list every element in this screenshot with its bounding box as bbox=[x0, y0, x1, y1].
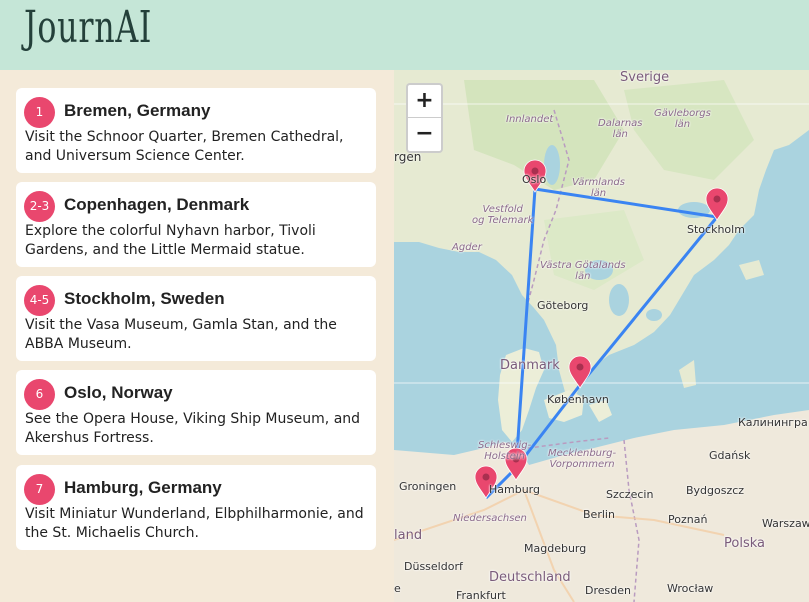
map-label-wroclaw: Wrocław bbox=[667, 582, 714, 595]
stop-title: Copenhagen, Denmark bbox=[64, 195, 250, 214]
map-label-danmark: Danmark bbox=[500, 358, 560, 373]
map-label-gdansk: Gdańsk bbox=[709, 449, 751, 462]
app-header: JournAI bbox=[0, 0, 809, 70]
marker-copenhagen bbox=[568, 355, 592, 389]
map-label-innlandet: Innlandet bbox=[506, 114, 554, 125]
map-label-vestfold: Vestfold og Telemark bbox=[472, 204, 534, 226]
stop-title: Bremen, Germany bbox=[64, 101, 211, 120]
stop-title: Hamburg, Germany bbox=[64, 478, 222, 497]
map-label-goteborg: Göteborg bbox=[537, 299, 589, 312]
zoom-in-button[interactable]: + bbox=[408, 85, 441, 118]
map-label-hamburg: Hamburg bbox=[489, 483, 540, 496]
map-label-agder: Agder bbox=[452, 242, 482, 253]
stop-description: Visit the Vasa Museum, Gamla Stan, and t… bbox=[25, 317, 337, 352]
map-label-schleswig-holstein: Schleswig- Holstein bbox=[478, 440, 532, 462]
map-label-deutschland: Deutschland bbox=[489, 570, 571, 585]
itinerary-card-copenhagen[interactable]: 2-3 Copenhagen, Denmark Explore the colo… bbox=[16, 182, 376, 267]
zoom-out-button[interactable]: − bbox=[408, 118, 441, 150]
map-label-poznan: Poznań bbox=[668, 513, 708, 526]
zoom-control: + − bbox=[406, 83, 443, 153]
map-label-mecklenburg: Mecklenburg- Vorpommern bbox=[548, 448, 617, 470]
map-label-bydgoszcz: Bydgoszcz bbox=[686, 484, 745, 497]
map-label-vastra-gotaland: Västra Götalands län bbox=[540, 260, 626, 282]
app-logo: JournAI bbox=[24, 2, 153, 53]
map-label-berlin: Berlin bbox=[583, 508, 615, 521]
itinerary-card-stockholm[interactable]: 4-5 Stockholm, Sweden Visit the Vasa Mus… bbox=[16, 276, 376, 361]
stop-number-badge: 6 bbox=[24, 379, 55, 410]
stop-number-badge: 1 bbox=[24, 97, 55, 128]
stop-title: Stockholm, Sweden bbox=[64, 289, 225, 308]
route-map[interactable]: Sverige Innlandet Dalarnas län Gävleborg… bbox=[394, 70, 809, 602]
stop-description: Explore the colorful Nyhavn harbor, Tivo… bbox=[25, 223, 316, 258]
itinerary-sidebar: 1 Bremen, Germany Visit the Schnoor Quar… bbox=[0, 70, 394, 602]
map-label-frankfurt: Frankfurt bbox=[456, 589, 506, 602]
map-label-szczecin: Szczecin bbox=[606, 488, 654, 501]
map-label-niedersachsen: Niedersachsen bbox=[453, 513, 527, 524]
map-label-dusseldorf: Düsseldorf bbox=[404, 560, 463, 573]
stop-number-badge: 4-5 bbox=[24, 285, 55, 316]
itinerary-card-bremen[interactable]: 1 Bremen, Germany Visit the Schnoor Quar… bbox=[16, 88, 376, 173]
map-label-e: e bbox=[394, 582, 401, 595]
stop-description: Visit the Schnoor Quarter, Bremen Cathed… bbox=[25, 129, 344, 164]
map-label-dalarnas-lan: Dalarnas län bbox=[598, 118, 643, 140]
map-label-land: land bbox=[394, 528, 423, 543]
map-label-groningen: Groningen bbox=[399, 480, 457, 493]
stop-description: Visit Miniatur Wunderland, Elbphilharmon… bbox=[25, 506, 364, 541]
map-label-gavleborgs-lan: Gävleborgs län bbox=[654, 108, 711, 130]
map-label-stockholm: Stockholm bbox=[687, 223, 745, 236]
stop-number-badge: 7 bbox=[24, 474, 55, 505]
stop-title: Oslo, Norway bbox=[64, 383, 173, 402]
map-label-kobenhavn: København bbox=[547, 393, 609, 406]
itinerary-card-oslo[interactable]: 6 Oslo, Norway See the Opera House, Viki… bbox=[16, 370, 376, 455]
map-label-warszawa: Warszaw bbox=[762, 517, 809, 530]
map-label-magdeburg: Magdeburg bbox=[524, 542, 587, 555]
map-label-sverige: Sverige bbox=[620, 70, 670, 85]
map-label-kaliningrad: Калинингра bbox=[738, 416, 808, 429]
stop-number-badge: 2-3 bbox=[24, 191, 55, 222]
map-label-oslo: Oslo bbox=[522, 173, 547, 186]
itinerary-card-hamburg[interactable]: 7 Hamburg, Germany Visit Miniatur Wunder… bbox=[16, 465, 376, 550]
map-label-varmlands-lan: Värmlands län bbox=[572, 177, 625, 199]
map-label-dresden: Dresden bbox=[585, 584, 631, 597]
stop-description: See the Opera House, Viking Ship Museum,… bbox=[25, 411, 361, 446]
map-label-polska: Polska bbox=[724, 536, 765, 551]
